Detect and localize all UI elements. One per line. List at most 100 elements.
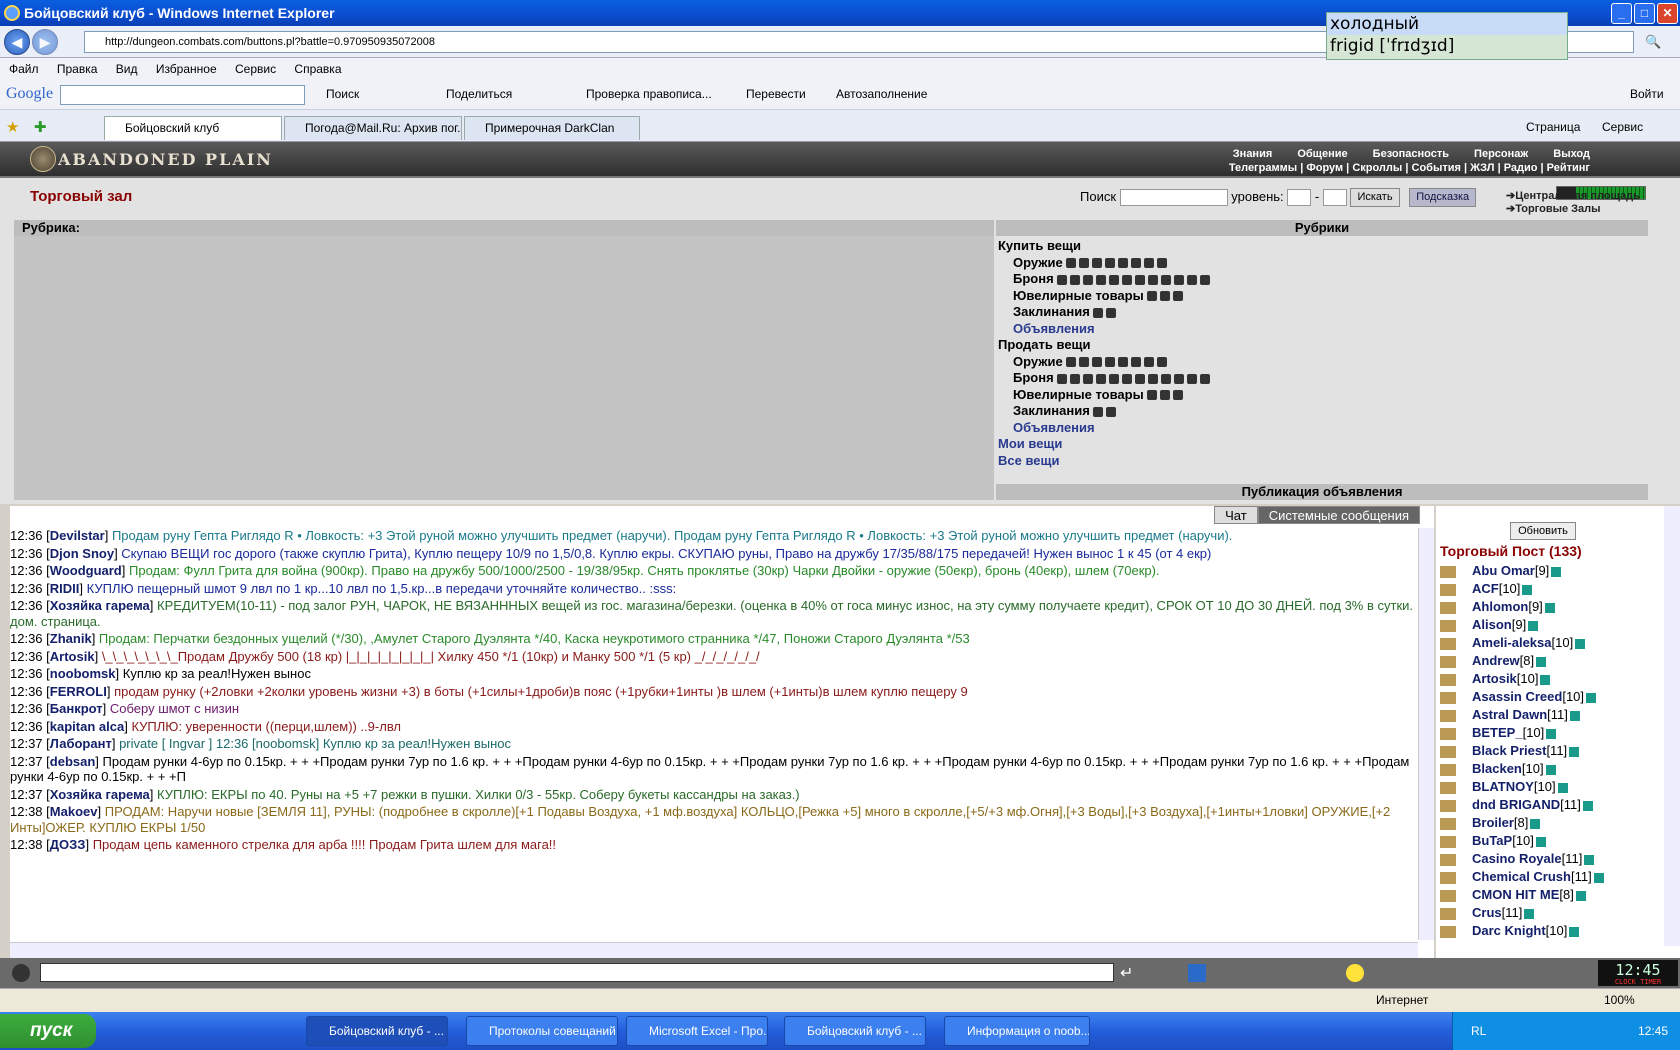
- message-nick[interactable]: noobomsk: [50, 666, 116, 681]
- sell-armor[interactable]: Броня: [998, 370, 1638, 387]
- user-entry[interactable]: Ameli-aleksa[10]: [1440, 634, 1654, 652]
- all-items-link[interactable]: Все вещи: [998, 453, 1059, 468]
- buy-jewelry[interactable]: Ювелирные товары: [998, 288, 1638, 305]
- info-icon[interactable]: [1551, 566, 1562, 577]
- user-entry[interactable]: Crus[11]: [1440, 904, 1654, 922]
- buy-ads-link[interactable]: Объявления: [1013, 321, 1095, 336]
- tab-chat[interactable]: Чат: [1214, 506, 1258, 524]
- user-name[interactable]: ACF: [1472, 581, 1499, 596]
- info-icon[interactable]: [1524, 908, 1535, 919]
- translate-button[interactable]: Перевести: [746, 87, 806, 101]
- level-max-input[interactable]: [1322, 189, 1347, 206]
- tab-weather[interactable]: Погода@Mail.Ru: Архив пог...: [284, 116, 462, 140]
- message-nick[interactable]: debsan: [50, 754, 96, 769]
- zoom-level[interactable]: 100%: [1604, 989, 1635, 1011]
- user-entry[interactable]: dnd BRIGAND[11]: [1440, 796, 1654, 814]
- user-name[interactable]: Broiler: [1472, 815, 1514, 830]
- info-icon[interactable]: [1546, 728, 1557, 739]
- user-name[interactable]: BuTaP: [1472, 833, 1512, 848]
- menu-tools[interactable]: Сервис: [235, 62, 276, 76]
- user-entry[interactable]: Asassin Creed[10]: [1440, 688, 1654, 706]
- user-name[interactable]: Darc Knight: [1472, 923, 1546, 938]
- user-entry[interactable]: Astral Dawn[11]: [1440, 706, 1654, 724]
- google-search-input[interactable]: [60, 85, 305, 105]
- menu-edit[interactable]: Правка: [57, 62, 98, 76]
- autofill-button[interactable]: Автозаполнение: [836, 87, 927, 101]
- buy-spells[interactable]: Заклинания: [998, 304, 1638, 321]
- lang-indicator[interactable]: RL: [1471, 1012, 1486, 1050]
- minimize-button[interactable]: _: [1611, 3, 1632, 24]
- menu-help[interactable]: Справка: [294, 62, 341, 76]
- task-excel[interactable]: Microsoft Excel - Про...: [626, 1016, 768, 1046]
- user-name[interactable]: Astral Dawn: [1472, 707, 1547, 722]
- tools-menu[interactable]: Сервис: [1602, 120, 1643, 134]
- chat-input[interactable]: [40, 963, 1114, 982]
- users-scrollbar[interactable]: [1664, 506, 1680, 946]
- message-nick[interactable]: Хозяйка гарема: [50, 598, 150, 613]
- message-nick[interactable]: RIDII: [50, 581, 80, 596]
- chat-horizontal-scrollbar[interactable]: [10, 942, 1418, 958]
- buy-armor[interactable]: Броня: [998, 271, 1638, 288]
- user-entry[interactable]: CMON HIT ME[8]: [1440, 886, 1654, 904]
- menu-favorites[interactable]: Избранное: [156, 62, 217, 76]
- user-entry[interactable]: ACF[10]: [1440, 580, 1654, 598]
- sell-weapons[interactable]: Оружие: [998, 354, 1638, 371]
- level-min-input[interactable]: [1287, 189, 1312, 206]
- publish-ad-header[interactable]: Публикация объявления: [996, 484, 1648, 500]
- message-nick[interactable]: FERROLI: [50, 684, 107, 699]
- info-icon[interactable]: [1569, 746, 1580, 757]
- tab-system-messages[interactable]: Системные сообщения: [1257, 506, 1420, 524]
- user-name[interactable]: Blacken: [1472, 761, 1522, 776]
- info-icon[interactable]: [1557, 782, 1568, 793]
- user-entry[interactable]: BLATNOY[10]: [1440, 778, 1654, 796]
- sell-ads-link[interactable]: Объявления: [1013, 420, 1095, 435]
- nav-communication[interactable]: Общение: [1297, 148, 1347, 160]
- message-nick[interactable]: Artosik: [50, 649, 95, 664]
- favorites-star-icon[interactable]: ★: [6, 118, 19, 136]
- my-items-link[interactable]: Мои вещи: [998, 436, 1062, 451]
- info-icon[interactable]: [1569, 926, 1580, 937]
- refresh-button[interactable]: Обновить: [1510, 522, 1576, 540]
- info-icon[interactable]: [1584, 854, 1595, 865]
- info-icon[interactable]: [1586, 692, 1597, 703]
- user-name[interactable]: Crus: [1472, 905, 1502, 920]
- buy-weapons[interactable]: Оружие: [998, 255, 1638, 272]
- user-name[interactable]: Black Priest: [1472, 743, 1546, 758]
- user-name[interactable]: dnd BRIGAND: [1472, 797, 1560, 812]
- nav-character[interactable]: Персонаж: [1474, 148, 1528, 160]
- task-protocols[interactable]: Протоколы совещаний: [466, 1016, 618, 1046]
- message-nick[interactable]: Хозяйка гарема: [50, 787, 150, 802]
- user-name[interactable]: Ahlomon: [1472, 599, 1528, 614]
- add-favorite-icon[interactable]: ✚: [34, 118, 47, 136]
- maximize-button[interactable]: □: [1634, 3, 1655, 24]
- user-entry[interactable]: Black Priest[11]: [1440, 742, 1654, 760]
- info-icon[interactable]: [1522, 584, 1533, 595]
- message-nick[interactable]: Devilstar: [50, 528, 105, 543]
- chat-scrollbar[interactable]: [1418, 528, 1434, 940]
- info-icon[interactable]: [1569, 710, 1580, 721]
- back-button[interactable]: ◀: [4, 29, 30, 55]
- user-name[interactable]: BETEP_: [1472, 725, 1523, 740]
- share-button[interactable]: Поделиться: [446, 87, 512, 101]
- sell-jewelry[interactable]: Ювелирные товары: [998, 387, 1638, 404]
- tab-fight-club[interactable]: Бойцовский клуб: [104, 116, 282, 140]
- user-entry[interactable]: Ahlomon[9]: [1440, 598, 1654, 616]
- user-name[interactable]: Artosik: [1472, 671, 1517, 686]
- info-icon[interactable]: [1535, 836, 1546, 847]
- info-icon[interactable]: [1544, 602, 1555, 613]
- message-nick[interactable]: Банкрот: [50, 701, 103, 716]
- info-icon[interactable]: [1540, 674, 1551, 685]
- user-entry[interactable]: Andrew[8]: [1440, 652, 1654, 670]
- user-name[interactable]: Chemical Crush: [1472, 869, 1571, 884]
- user-name[interactable]: Ameli-aleksa: [1472, 635, 1552, 650]
- task-fight-club-1[interactable]: Бойцовский клуб - ...: [306, 1016, 448, 1046]
- info-icon[interactable]: [1528, 620, 1539, 631]
- nav-security[interactable]: Безопасность: [1373, 148, 1449, 160]
- smile-menu-icon[interactable]: [12, 964, 30, 982]
- search-icon[interactable]: 🔍: [1645, 34, 1661, 50]
- user-entry[interactable]: BETEP_[10]: [1440, 724, 1654, 742]
- close-button[interactable]: ✕: [1657, 3, 1678, 24]
- filter-icon[interactable]: [1188, 964, 1206, 982]
- info-icon[interactable]: [1545, 764, 1556, 775]
- message-nick[interactable]: Djon Snoy: [50, 546, 114, 561]
